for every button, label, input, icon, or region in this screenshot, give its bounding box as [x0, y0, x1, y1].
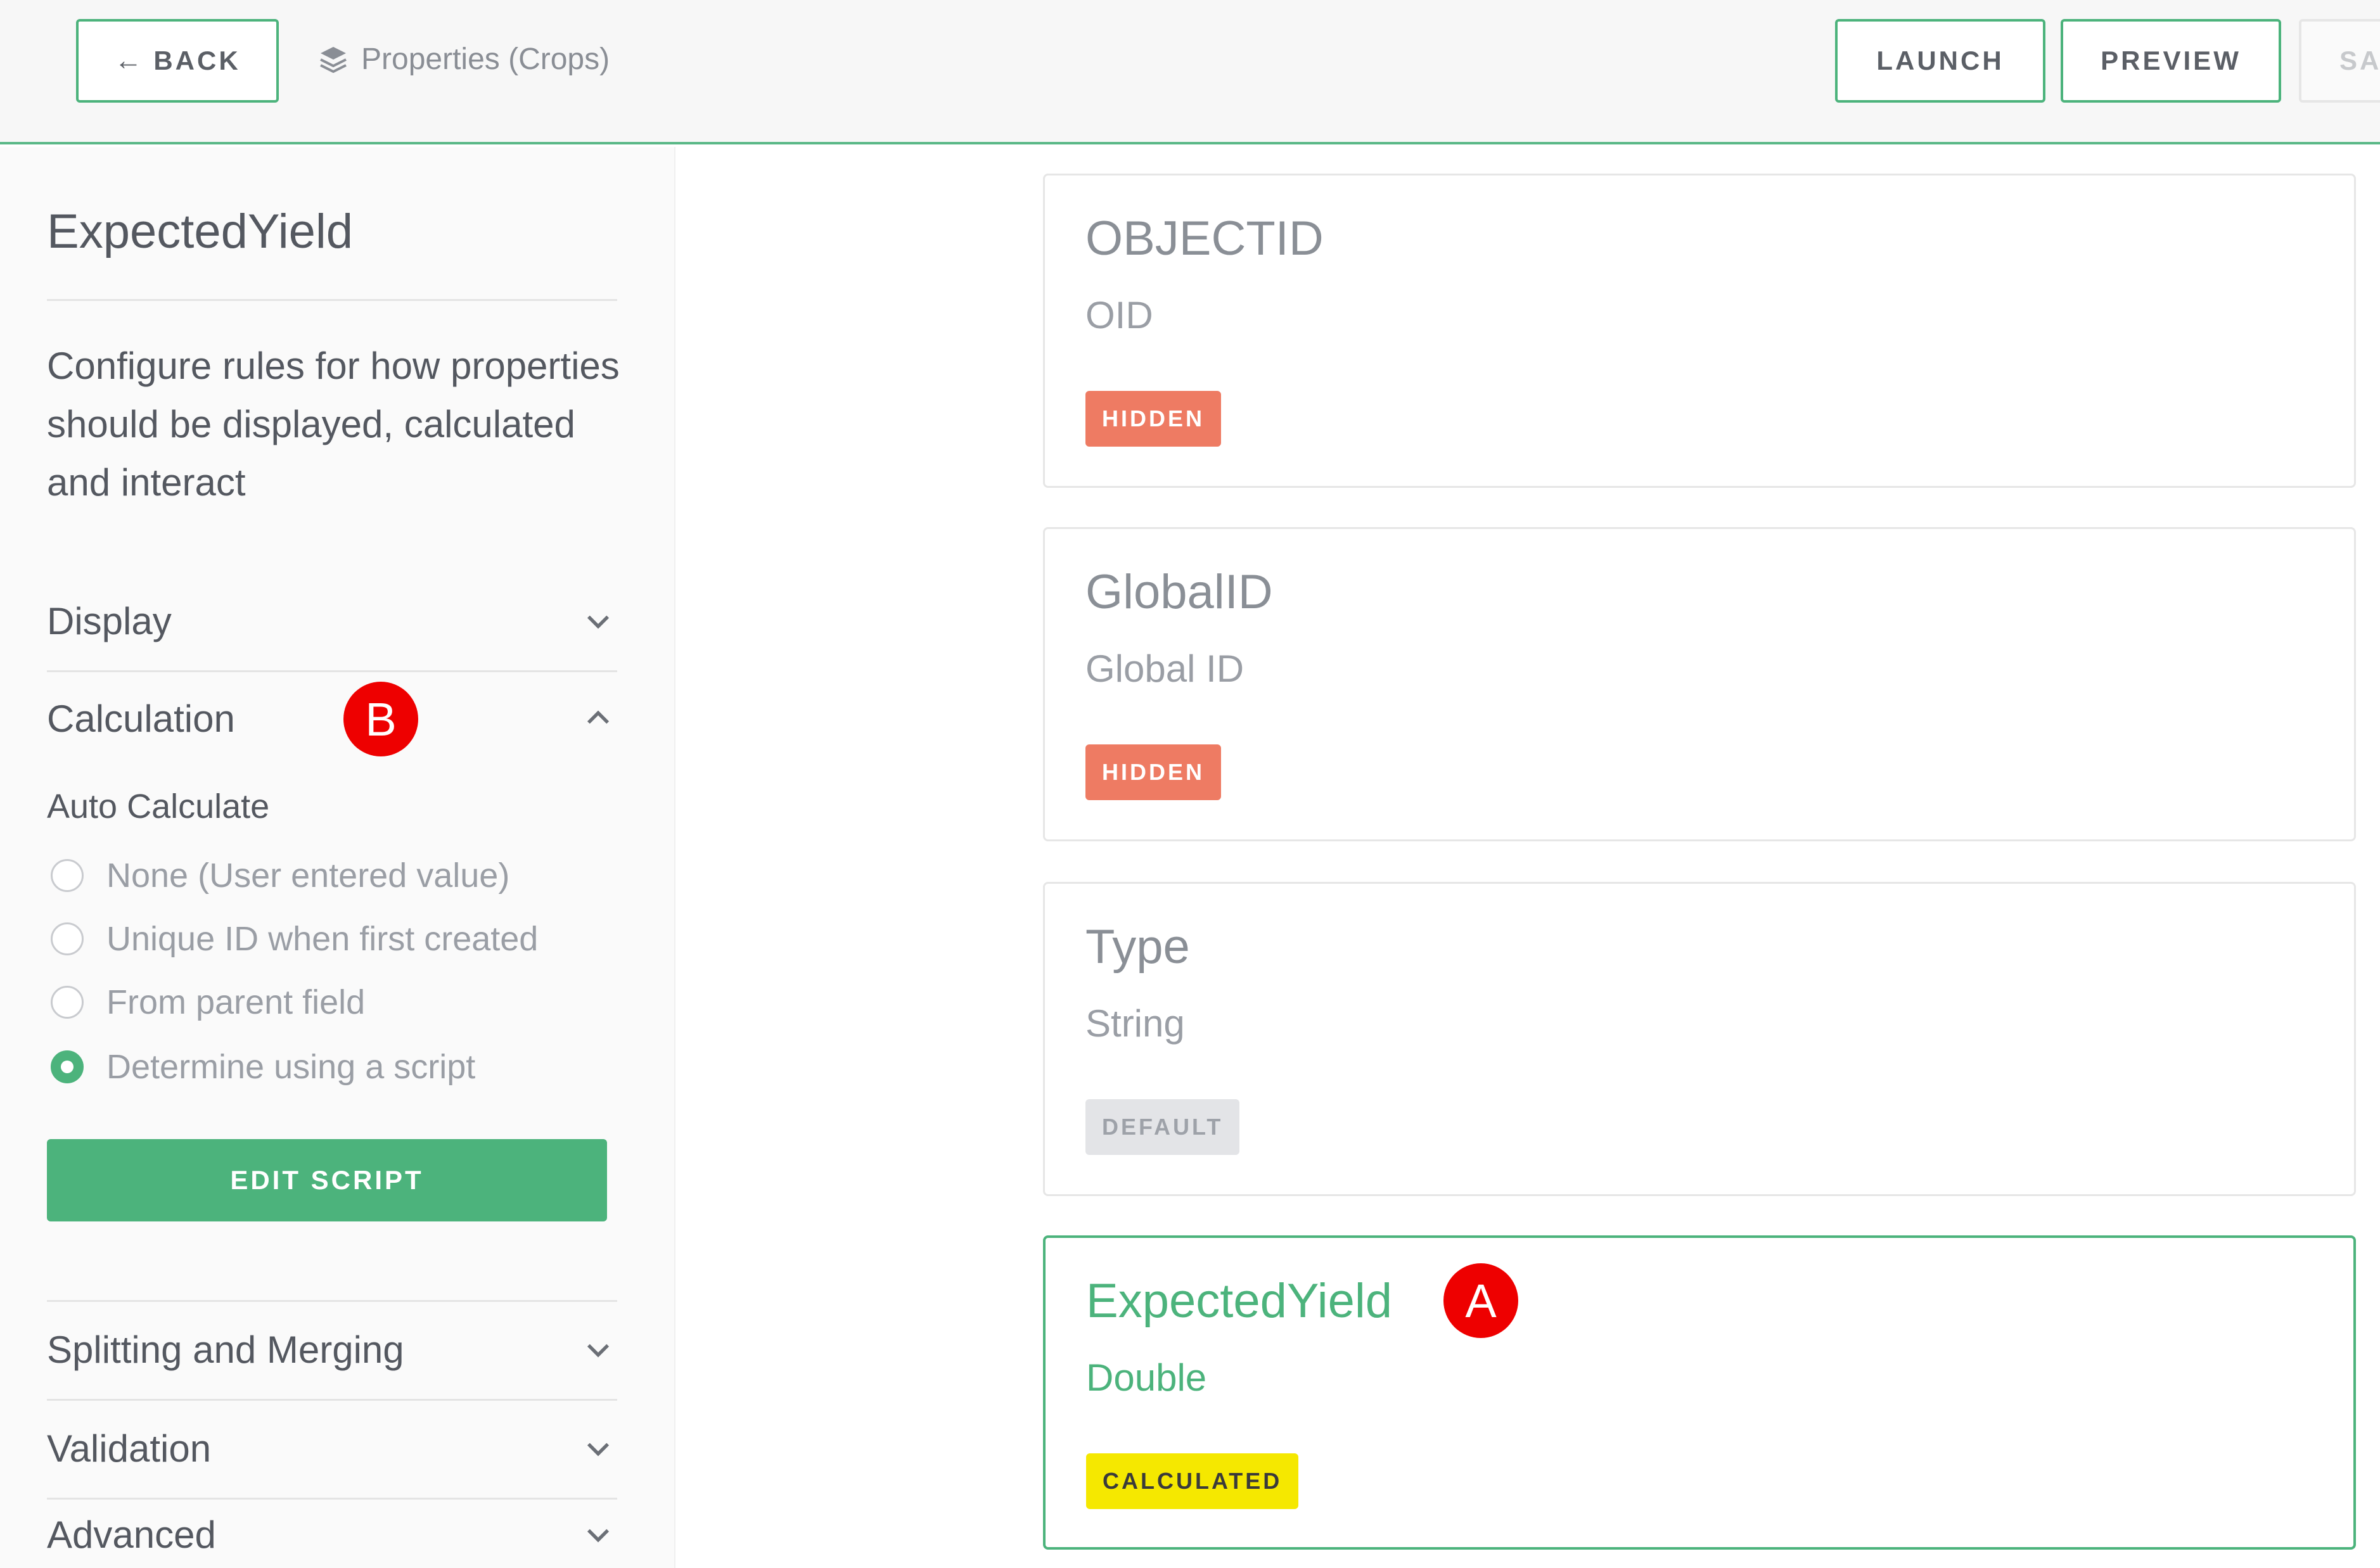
save-button-label: SA	[2339, 46, 2380, 75]
field-name: GlobalID	[1085, 565, 1273, 619]
layers-icon	[320, 46, 347, 73]
section-advanced[interactable]: Advanced	[47, 1503, 617, 1566]
radio-option-parent-field[interactable]: From parent field	[51, 977, 365, 1028]
auto-calculate-label: Auto Calculate	[47, 787, 270, 825]
launch-button[interactable]: LAUNCH	[1835, 19, 2045, 103]
radio-option-label: Unique ID when first created	[106, 920, 539, 958]
breadcrumb-label[interactable]: Properties (Crops)	[361, 42, 610, 77]
back-button-label: BACK	[153, 46, 241, 75]
edit-script-label: EDIT SCRIPT	[230, 1165, 424, 1195]
section-advanced-label: Advanced	[47, 1513, 216, 1556]
annotation-marker-b: B	[343, 682, 418, 756]
radio-button[interactable]	[51, 859, 84, 892]
divider	[47, 1300, 617, 1302]
breadcrumb: Properties (Crops)	[318, 42, 610, 77]
section-splitting-merging[interactable]: Splitting and Merging	[47, 1318, 617, 1381]
section-display[interactable]: Display	[47, 589, 617, 653]
radio-option-script[interactable]: Determine using a script	[51, 1042, 475, 1092]
radio-option-label: Determine using a script	[106, 1048, 476, 1086]
section-display-label: Display	[47, 599, 172, 642]
annotation-marker-a: A	[1443, 1263, 1518, 1338]
section-calculation[interactable]: Calculation	[47, 687, 617, 750]
preview-button-label: PREVIEW	[2101, 46, 2241, 75]
field-name: ExpectedYield	[1086, 1274, 1393, 1328]
field-name: Type	[1085, 920, 1190, 974]
radio-button[interactable]	[51, 986, 84, 1019]
chevron-down-icon	[579, 1429, 617, 1467]
status-badge: CALCULATED	[1086, 1453, 1299, 1509]
annotation-marker-a-label: A	[1465, 1274, 1497, 1327]
top-toolbar: ← BACK Properties (Crops) LAUNCH PREVIEW…	[0, 0, 2380, 144]
preview-button[interactable]: PREVIEW	[2061, 19, 2281, 103]
field-card-type[interactable]: Type String DEFAULT	[1043, 882, 2356, 1196]
status-badge: DEFAULT	[1085, 1099, 1240, 1155]
field-card-expectedyield[interactable]: ExpectedYield Double CALCULATED	[1043, 1235, 2356, 1550]
divider	[47, 1498, 617, 1500]
divider	[47, 1399, 617, 1401]
property-settings-panel: ExpectedYield Configure rules for how pr…	[0, 147, 675, 1568]
field-alias: String	[1085, 1002, 1185, 1045]
panel-description: Configure rules for how properties shoul…	[47, 345, 620, 504]
chevron-down-icon	[579, 1330, 617, 1368]
radio-option-label: From parent field	[106, 983, 366, 1021]
radio-option-label: None (User entered value)	[106, 857, 510, 895]
launch-button-label: LAUNCH	[1876, 46, 2004, 75]
radio-option-none[interactable]: None (User entered value)	[51, 850, 509, 901]
field-card-globalid[interactable]: GlobalID Global ID HIDDEN	[1043, 527, 2356, 841]
back-button[interactable]: ← BACK	[76, 19, 279, 103]
save-button[interactable]: SA	[2299, 19, 2380, 103]
divider	[47, 299, 617, 301]
annotation-marker-b-label: B	[365, 692, 397, 746]
radio-button-selected[interactable]	[51, 1050, 84, 1083]
field-alias: Double	[1086, 1356, 1207, 1399]
field-card-objectid[interactable]: OBJECTID OID HIDDEN	[1043, 174, 2356, 488]
status-badge: HIDDEN	[1085, 391, 1222, 447]
chevron-up-icon	[579, 699, 617, 737]
panel-title: ExpectedYield	[47, 205, 354, 258]
edit-script-button[interactable]: EDIT SCRIPT	[47, 1139, 607, 1221]
status-badge: HIDDEN	[1085, 744, 1222, 800]
radio-button[interactable]	[51, 922, 84, 955]
field-name: OBJECTID	[1085, 212, 1324, 265]
divider	[47, 670, 617, 672]
radio-option-unique-id[interactable]: Unique ID when first created	[51, 914, 538, 964]
section-splitting-label: Splitting and Merging	[47, 1328, 404, 1371]
arrow-left-icon: ←	[114, 45, 145, 76]
field-alias: OID	[1085, 294, 1153, 336]
section-calculation-label: Calculation	[47, 697, 235, 740]
field-alias: Global ID	[1085, 647, 1244, 690]
chevron-down-icon	[579, 602, 617, 640]
section-validation-label: Validation	[47, 1427, 212, 1470]
chevron-down-icon	[579, 1515, 617, 1553]
section-validation[interactable]: Validation	[47, 1417, 617, 1480]
